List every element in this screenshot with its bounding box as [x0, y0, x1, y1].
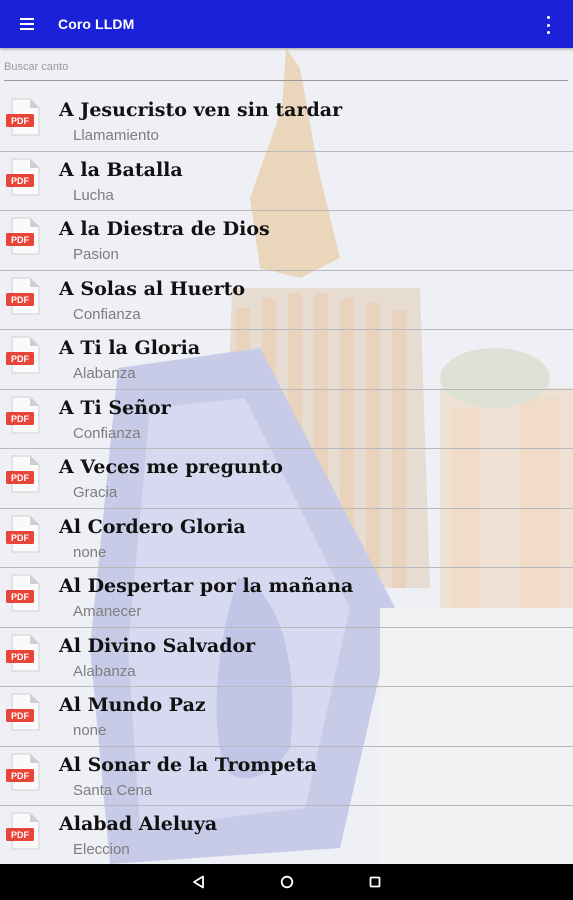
song-category: Pasion — [73, 246, 119, 263]
home-circle-icon[interactable] — [277, 872, 297, 892]
system-navigation-bar — [0, 864, 573, 900]
song-list-item[interactable]: PDF Al Despertar por la mañana Amanecer — [0, 568, 573, 628]
song-category: Alabanza — [73, 365, 136, 382]
app-title: Coro LLDM — [58, 16, 135, 32]
pdf-badge-label: PDF — [11, 295, 30, 305]
song-list-item[interactable]: PDF A Ti la Gloria Alabanza — [0, 330, 573, 390]
recents-square-icon[interactable] — [365, 872, 385, 892]
app-bar: Coro LLDM — [0, 0, 573, 48]
song-category: Santa Cena — [73, 781, 153, 799]
song-list-item[interactable]: PDF A Veces me pregunto Gracia — [0, 449, 573, 509]
back-triangle-icon[interactable] — [189, 872, 209, 892]
song-category: none — [73, 543, 107, 561]
pdf-badge-label: PDF — [11, 176, 30, 186]
song-list-item[interactable]: PDF Al Mundo Paz none — [0, 687, 573, 747]
song-title: A Solas al Huerto — [59, 277, 246, 300]
song-list-item[interactable]: PDF A Jesucristo ven sin tardar Llamamient… — [0, 92, 573, 152]
song-category: Alabanza — [73, 662, 136, 680]
pdf-badge-label: PDF — [11, 771, 30, 781]
song-category: Confianza — [73, 305, 141, 323]
song-title: A la Batalla — [59, 158, 183, 181]
more-options-icon[interactable] — [545, 16, 551, 34]
search-field[interactable] — [4, 56, 568, 81]
pdf-badge-label: PDF — [11, 116, 30, 126]
song-title: A Jesucristo ven sin tardar — [59, 99, 343, 121]
pdf-badge-label: PDF — [11, 473, 30, 483]
song-title: A Ti Señor — [59, 396, 171, 419]
song-title: A Ti la Gloria — [59, 337, 201, 359]
song-title: Al Despertar por la mañana — [59, 575, 354, 597]
pdf-file-icon: PDF — [6, 336, 40, 374]
song-title: Alabad Aleluya — [59, 813, 218, 835]
song-category: Confianza — [73, 424, 141, 442]
song-list-item[interactable]: PDF A la Batalla Lucha — [0, 152, 573, 211]
pdf-file-icon: PDF — [6, 158, 40, 195]
pdf-badge-label: PDF — [11, 533, 30, 543]
search-input[interactable] — [4, 56, 568, 78]
song-title: Al Divino Salvador — [59, 634, 256, 657]
song-category: none — [73, 722, 107, 739]
hamburger-menu-icon[interactable] — [20, 14, 42, 34]
pdf-badge-label: PDF — [11, 235, 30, 245]
song-category: Llamamiento — [73, 127, 159, 144]
pdf-badge-label: PDF — [11, 711, 30, 721]
song-category: Gracia — [73, 484, 118, 501]
song-title: A la Diestra de Dios — [59, 218, 270, 240]
pdf-file-icon: PDF — [6, 396, 40, 433]
song-list-item[interactable]: PDF A la Diestra de Dios Pasion — [0, 211, 573, 271]
song-list-item[interactable]: PDF Al Cordero Gloria none — [0, 509, 573, 568]
pdf-file-icon: PDF — [6, 515, 40, 552]
pdf-file-icon: PDF — [6, 455, 40, 493]
song-category: Lucha — [73, 186, 114, 204]
pdf-badge-label: PDF — [11, 414, 30, 424]
pdf-file-icon: PDF — [6, 574, 40, 612]
pdf-file-icon: PDF — [6, 634, 40, 671]
song-title: Al Cordero Gloria — [59, 515, 246, 538]
song-list-item[interactable]: PDF A Ti Señor Confianza — [0, 390, 573, 449]
song-list-item[interactable]: PDF Al Divino Salvador Alabanza — [0, 628, 573, 687]
pdf-badge-label: PDF — [11, 830, 30, 840]
song-list-item[interactable]: PDF Al Sonar de la Trompeta Santa Cena — [0, 747, 573, 806]
pdf-badge-label: PDF — [11, 592, 30, 602]
pdf-badge-label: PDF — [11, 652, 30, 662]
song-list-screen: PDF A Jesucristo ven sin tardar Llamamient… — [0, 48, 573, 864]
song-list-item[interactable]: PDF Alabad Aleluya Eleccion — [0, 806, 573, 864]
pdf-badge-label: PDF — [11, 354, 30, 364]
pdf-file-icon: PDF — [6, 693, 40, 731]
pdf-file-icon: PDF — [6, 277, 40, 314]
song-title: Al Sonar de la Trompeta — [59, 753, 317, 776]
pdf-file-icon: PDF — [6, 812, 40, 850]
song-title: Al Mundo Paz — [59, 694, 206, 716]
pdf-file-icon: PDF — [6, 753, 40, 790]
song-category: Eleccion — [73, 841, 130, 858]
song-list-item[interactable]: PDF A Solas al Huerto Confianza — [0, 271, 573, 330]
song-list: PDF A Jesucristo ven sin tardar Llamamient… — [0, 92, 573, 864]
song-title: A Veces me pregunto — [59, 456, 283, 478]
song-category: Amanecer — [73, 603, 142, 620]
pdf-file-icon: PDF — [6, 217, 40, 255]
pdf-file-icon: PDF — [6, 98, 40, 136]
